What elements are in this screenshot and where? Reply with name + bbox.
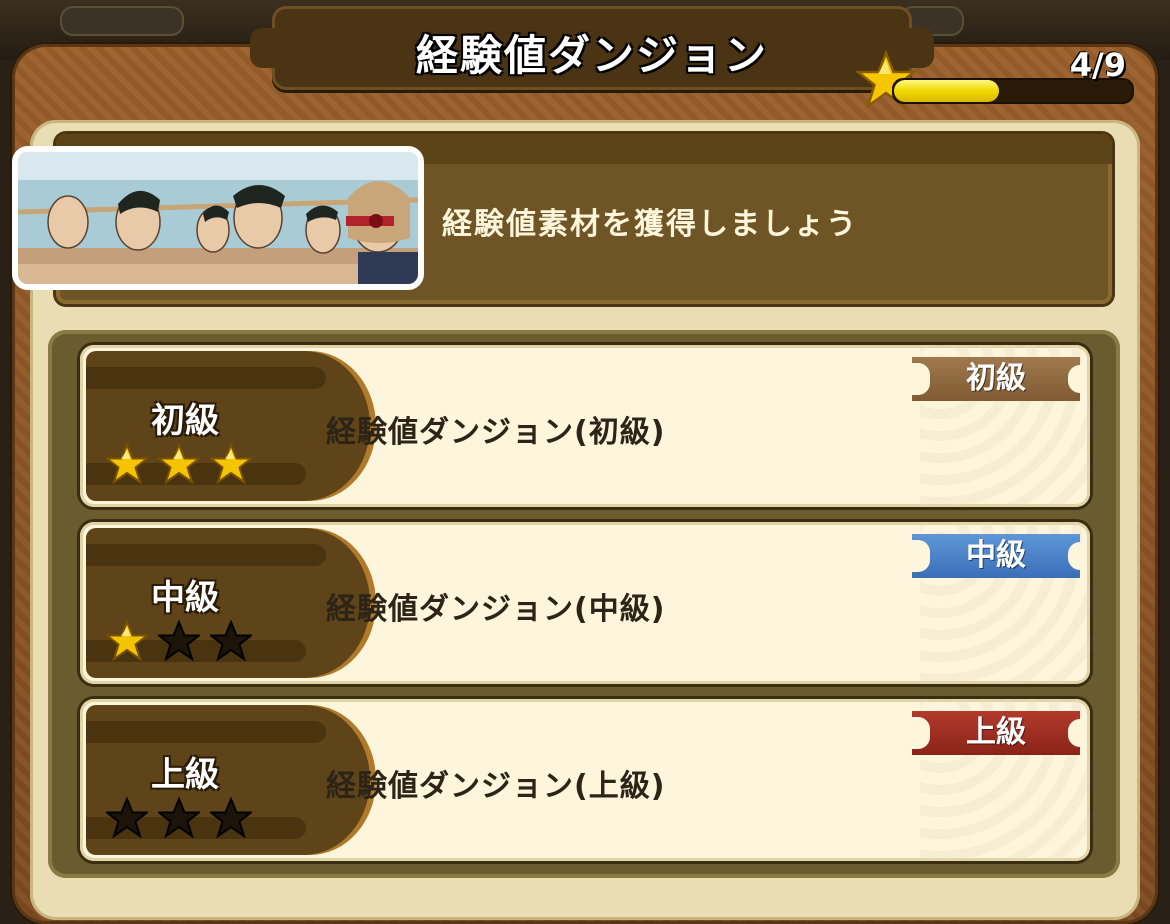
rank-stars [106,620,256,662]
level-tag-intermediate: 中級 [906,534,1084,578]
dark-star-icon [210,620,252,662]
banner-artwork [12,146,424,290]
dungeon-name: 経験値ダンジョン(中級) [326,592,666,627]
page-title: 経験値ダンジョン [415,31,768,80]
gold-star-icon [210,443,252,485]
rank-label: 初級 [151,401,219,441]
rank-stars [106,797,256,839]
dark-star-icon [158,620,200,662]
dungeon-row-intermediate[interactable]: 中級 経験値ダンジョン(中級) 中級 [80,522,1090,684]
title-plaque: 経験値ダンジョン [250,6,934,90]
dark-star-icon [106,797,148,839]
gold-star-icon [106,443,148,485]
banner-message: 経験値素材を獲得しましょう [442,207,858,242]
dungeon-name: 経験値ダンジョン(初級) [326,415,666,450]
dungeon-row-beginner[interactable]: 初級 経験値ダンジョン(初級) 初級 [80,345,1090,507]
progress-fill [894,80,999,102]
gold-star-icon [106,620,148,662]
dungeon-row-advanced[interactable]: 上級 経験値ダンジョン(上級) 上級 [80,699,1090,861]
gold-star-icon [158,443,200,485]
rank-stripe [86,367,326,389]
rank-stripe [86,721,326,743]
rank-label: 上級 [151,755,219,795]
dark-star-icon [158,797,200,839]
dungeon-name: 経験値ダンジョン(上級) [326,769,666,804]
scene-decoration [60,6,184,36]
banner-artwork-image [18,152,418,284]
rank-label: 中級 [151,578,219,618]
rank-stripe [86,544,326,566]
level-tag-advanced: 上級 [906,711,1084,755]
dark-star-icon [210,797,252,839]
progress-count: 4/9 [1069,46,1126,84]
rank-stars [106,443,256,485]
level-tag-beginner: 初級 [906,357,1084,401]
